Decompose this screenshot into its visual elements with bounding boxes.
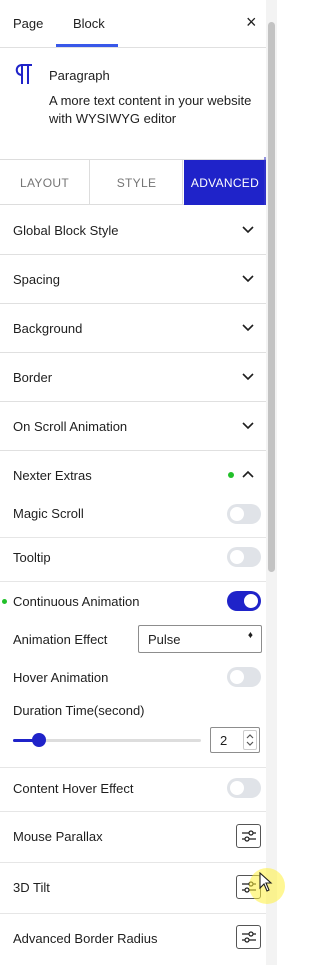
hover-animation-label: Hover Animation [13, 670, 109, 685]
duration-slider-handle[interactable] [32, 733, 46, 747]
advanced-border-radius-settings-button[interactable] [236, 925, 261, 949]
block-name: Paragraph [49, 68, 110, 83]
divider [0, 862, 266, 863]
paragraph-icon [15, 63, 32, 84]
tab-layout[interactable]: LAYOUT [0, 160, 90, 205]
select-value: Pulse [148, 632, 181, 647]
select-caret-icon: ♦ [247, 630, 253, 641]
panel-on-scroll-animation[interactable]: On Scroll Animation [0, 402, 266, 451]
animation-effect-label: Animation Effect [13, 632, 108, 647]
chevron-up-icon [242, 470, 254, 478]
scrollbar-thumb[interactable] [268, 22, 275, 572]
tab-page[interactable]: Page [13, 16, 43, 31]
panel-title: Spacing [13, 272, 60, 287]
number-value: 2 [220, 733, 228, 748]
tab-style[interactable]: STYLE [91, 160, 183, 205]
active-tab-indicator [56, 44, 118, 47]
panel-border[interactable]: Border [0, 353, 266, 402]
spinner-icon[interactable] [243, 730, 257, 750]
inspector-tabs: LAYOUT STYLE ADVANCED [0, 159, 266, 205]
active-indicator-dot [228, 472, 234, 478]
3d-tilt-label: 3D Tilt [13, 880, 50, 895]
divider [0, 913, 266, 914]
mouse-parallax-label: Mouse Parallax [13, 829, 103, 844]
chevron-down-icon [242, 275, 254, 283]
panel-global-block-style[interactable]: Global Block Style [0, 206, 266, 255]
divider [0, 811, 266, 812]
tooltip-toggle[interactable] [227, 547, 261, 567]
continuous-animation-label: Continuous Animation [13, 594, 140, 609]
tab-block[interactable]: Block [73, 16, 105, 31]
continuous-animation-toggle[interactable] [227, 591, 261, 611]
divider [0, 581, 266, 582]
panel-title: Border [13, 370, 53, 385]
chevron-down-icon [242, 373, 254, 381]
magic-scroll-label: Magic Scroll [13, 506, 84, 521]
animation-effect-select[interactable]: Pulse ♦ [138, 625, 262, 653]
toggle-knob [230, 507, 244, 521]
tab-advanced[interactable]: ADVANCED [184, 160, 266, 205]
close-icon[interactable]: × [246, 12, 257, 32]
duration-time-label: Duration Time(second) [13, 703, 145, 718]
toggle-knob [230, 670, 244, 684]
chevron-down-icon [242, 324, 254, 332]
mouse-parallax-settings-button[interactable] [236, 824, 261, 848]
toggle-knob [230, 550, 244, 564]
sliders-icon [242, 830, 256, 842]
panel-nexter-extras[interactable]: Nexter Extras [0, 451, 266, 500]
sliders-icon [242, 931, 256, 943]
panel-title: Background [13, 321, 83, 336]
hover-animation-toggle[interactable] [227, 667, 261, 687]
active-indicator-dot [2, 599, 7, 604]
content-hover-effect-toggle[interactable] [227, 778, 261, 798]
magic-scroll-toggle[interactable] [227, 504, 261, 524]
panel-title: Global Block Style [13, 223, 119, 238]
sidebar-header-tabs: Page Block × [0, 0, 266, 48]
panel-background[interactable]: Background [0, 304, 266, 353]
panel-title: Nexter Extras [13, 468, 92, 483]
mouse-pointer-icon [259, 872, 273, 892]
toggle-knob [230, 781, 244, 795]
panel-title: On Scroll Animation [13, 419, 128, 434]
toggle-knob [244, 594, 258, 608]
tooltip-label: Tooltip [13, 550, 51, 565]
duration-number-input[interactable]: 2 [210, 727, 260, 753]
block-description: A more text content in your website with… [49, 93, 252, 126]
content-hover-effect-label: Content Hover Effect [13, 781, 134, 796]
divider [0, 537, 266, 538]
chevron-down-icon [242, 422, 254, 430]
divider [0, 767, 266, 768]
panel-spacing[interactable]: Spacing [0, 255, 266, 304]
chevron-down-icon [242, 226, 254, 234]
advanced-border-radius-label: Advanced Border Radius [13, 931, 158, 946]
